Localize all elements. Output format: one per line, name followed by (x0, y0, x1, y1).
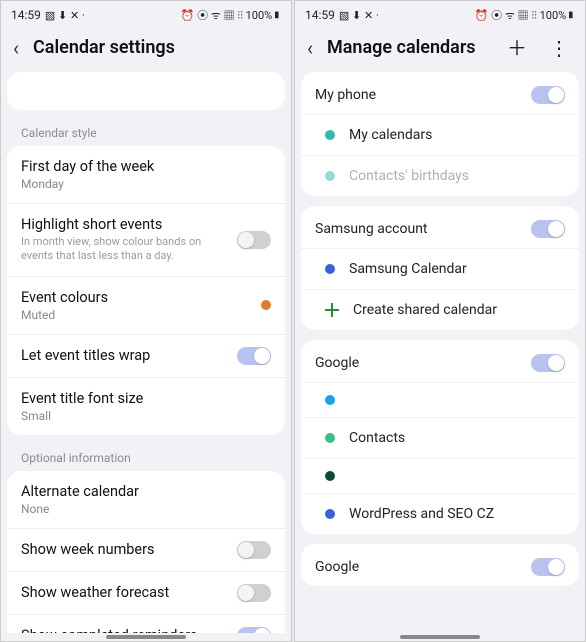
label: Show week numbers (21, 541, 225, 558)
calendar-label: Samsung Calendar (349, 261, 565, 277)
app-bar: ‹ Calendar settings (1, 25, 291, 72)
settings-list[interactable]: Calendar style First day of the week Mon… (1, 72, 291, 633)
row-highlight-short[interactable]: Highlight short events In month view, sh… (7, 204, 285, 277)
description: In month view, show colour bands on even… (21, 235, 225, 264)
label: Event title font size (21, 390, 271, 407)
group-label: My phone (315, 87, 519, 103)
group-label: Samsung account (315, 221, 519, 237)
row-alternate-calendar[interactable]: Alternate calendar None (7, 471, 285, 529)
calendar-item-contacts[interactable]: Contacts (301, 417, 579, 458)
row-weather[interactable]: Show weather forecast (7, 572, 285, 615)
toggle-group-google-1[interactable] (531, 354, 565, 372)
blank-card (7, 72, 285, 110)
group-label: Google (315, 559, 519, 575)
add-button[interactable]: ＋ (503, 38, 531, 58)
toggle-group-my-phone[interactable] (531, 86, 565, 104)
calendar-colour-icon (325, 264, 335, 274)
colour-dot-icon (261, 300, 271, 310)
toggle-completed[interactable] (237, 627, 271, 633)
status-left-icons: ▧ ⬇ ✕ · (339, 9, 379, 22)
group-google-1: Google Contacts WordPress and SEO CZ (301, 340, 579, 534)
value: Monday (21, 177, 271, 191)
toggle-highlight-short[interactable] (237, 231, 271, 249)
status-left-icons: ▧ ⬇ ✕ · (45, 9, 85, 22)
status-time: 14:59 (305, 8, 335, 22)
page-title: Manage calendars (327, 37, 489, 58)
label: Let event titles wrap (21, 347, 225, 364)
app-bar: ‹ Manage calendars ＋ ⋮ (295, 25, 585, 72)
calendar-label: My calendars (349, 127, 565, 143)
row-event-colours[interactable]: Event colours Muted (7, 277, 285, 335)
calendar-label: Contacts (349, 430, 565, 446)
screen-manage-calendars: 14:59 ▧ ⬇ ✕ · ⏰ ⦿ ᯤ ▦ ⫶⫶ 100%▮ ‹ Manage … (294, 0, 586, 642)
back-icon[interactable]: ‹ (13, 38, 19, 58)
status-right-icons: ⏰ ⦿ ᯤ ▦ ⫶⫶ 100%▮ (475, 7, 575, 23)
calendar-colour-icon (325, 509, 335, 519)
calendar-colour-icon (325, 130, 335, 140)
screen-calendar-settings: 14:59 ▧ ⬇ ✕ · ⏰ ⦿ ᯤ ▦ ⫶⫶ 100%▮ ‹ Calenda… (0, 0, 292, 642)
label: Event colours (21, 289, 249, 306)
label: Show completed reminders (21, 627, 225, 633)
calendar-item-samsung-calendar[interactable]: Samsung Calendar (301, 248, 579, 289)
toggle-titles-wrap[interactable] (237, 347, 271, 365)
calendar-colour-icon (325, 395, 335, 405)
row-completed-reminders[interactable]: Show completed reminders (7, 615, 285, 633)
calendar-item-wordpress[interactable]: WordPress and SEO CZ (301, 493, 579, 534)
more-menu-icon[interactable]: ⋮ (545, 38, 573, 58)
toggle-weather[interactable] (237, 584, 271, 602)
calendar-label: Contacts' birthdays (349, 168, 565, 184)
calendar-label: WordPress and SEO CZ (349, 506, 565, 522)
value: Small (21, 409, 271, 423)
row-week-numbers[interactable]: Show week numbers (7, 529, 285, 572)
row-first-day[interactable]: First day of the week Monday (7, 146, 285, 204)
value: None (21, 502, 271, 516)
calendar-item[interactable] (301, 458, 579, 493)
calendar-item-contacts-birthdays[interactable]: Contacts' birthdays (301, 155, 579, 196)
calendar-list[interactable]: My phone My calendars Contacts' birthday… (295, 72, 585, 633)
section-optional-info: Optional information (7, 445, 285, 471)
label: Create shared calendar (353, 302, 565, 318)
toggle-week-numbers[interactable] (237, 541, 271, 559)
group-samsung-account: Samsung account Samsung Calendar Create … (301, 206, 579, 330)
toggle-group-google-2[interactable] (531, 558, 565, 576)
status-bar: 14:59 ▧ ⬇ ✕ · ⏰ ⦿ ᯤ ▦ ⫶⫶ 100%▮ (295, 1, 585, 25)
label: Alternate calendar (21, 483, 271, 500)
group-my-phone: My phone My calendars Contacts' birthday… (301, 72, 579, 196)
status-time: 14:59 (11, 8, 41, 22)
create-shared-calendar[interactable]: Create shared calendar (301, 289, 579, 330)
section-calendar-style: Calendar style (7, 120, 285, 146)
home-indicator[interactable] (400, 635, 480, 639)
label: Highlight short events (21, 216, 225, 233)
back-icon[interactable]: ‹ (307, 38, 313, 58)
status-right-icons: ⏰ ⦿ ᯤ ▦ ⫶⫶ 100%▮ (181, 7, 281, 23)
calendar-item-my-calendars[interactable]: My calendars (301, 114, 579, 155)
group-google-2: Google (301, 544, 579, 586)
value: Muted (21, 308, 249, 322)
label: Show weather forecast (21, 584, 225, 601)
row-titles-wrap[interactable]: Let event titles wrap (7, 335, 285, 378)
status-bar: 14:59 ▧ ⬇ ✕ · ⏰ ⦿ ᯤ ▦ ⫶⫶ 100%▮ (1, 1, 291, 25)
row-font-size[interactable]: Event title font size Small (7, 378, 285, 435)
plus-icon (325, 303, 339, 317)
calendar-colour-icon (325, 471, 335, 481)
home-indicator[interactable] (106, 635, 186, 639)
calendar-colour-icon (325, 433, 335, 443)
page-title: Calendar settings (33, 37, 279, 58)
label: First day of the week (21, 158, 271, 175)
toggle-group-samsung[interactable] (531, 220, 565, 238)
calendar-item[interactable] (301, 382, 579, 417)
group-label: Google (315, 355, 519, 371)
calendar-colour-icon (325, 171, 335, 181)
